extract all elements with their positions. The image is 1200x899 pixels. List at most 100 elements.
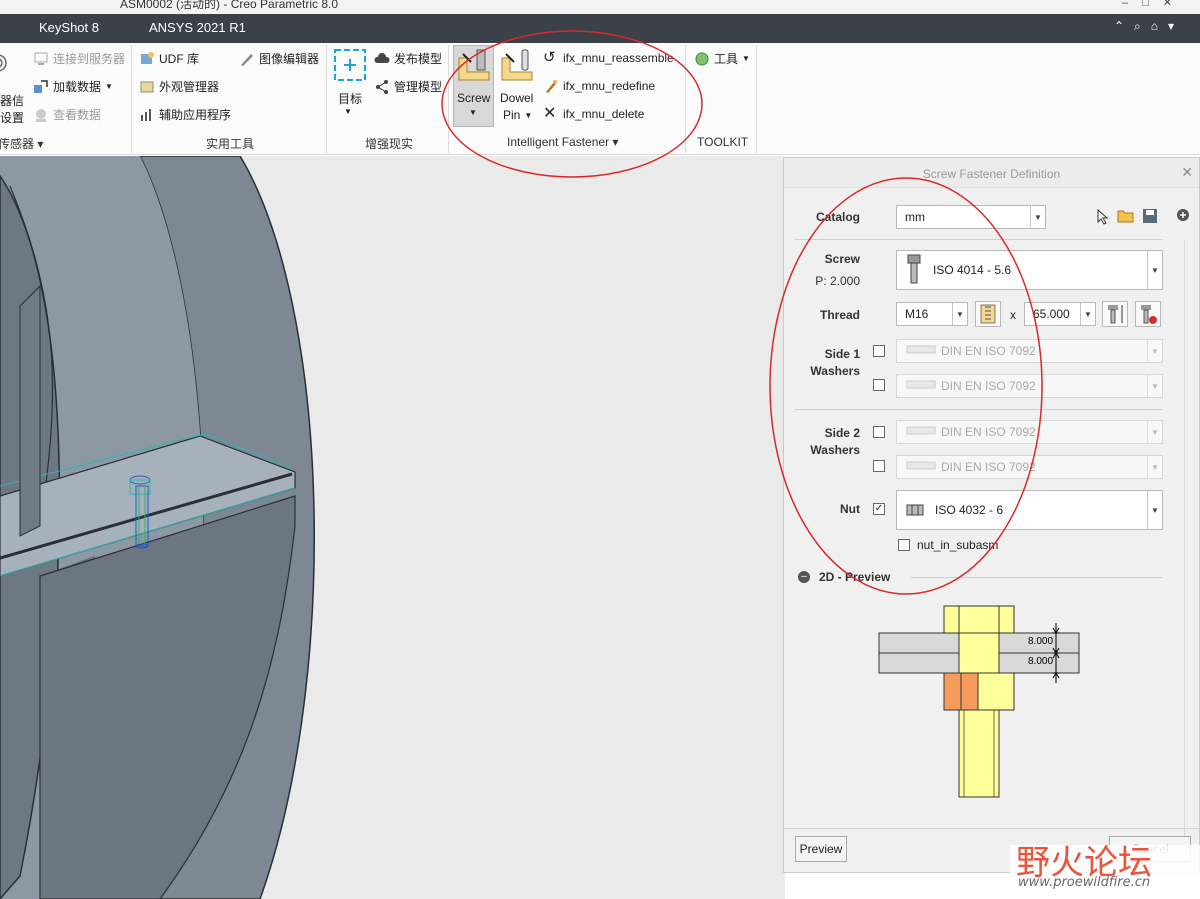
sensor-icon[interactable] [0,51,14,75]
target-dropdown-icon[interactable]: ▼ [344,107,352,116]
udf-icon [139,51,155,67]
window-title-bar: ASM0002 (活动的) - Creo Parametric 8.0 –□✕ [0,0,1200,14]
aux-apps-icon [139,107,155,123]
screw-icon [458,49,490,81]
hex-bolt-icon [907,254,921,284]
side2-washer2-checkbox[interactable] [873,460,885,472]
side1-washer1-select[interactable]: DIN EN ISO 7092 ▼ [896,339,1163,363]
manage-model-button[interactable]: 管理模型 [374,78,442,95]
add-icon[interactable] [1176,208,1190,222]
washer-icon [905,459,937,475]
side1-washer2-select[interactable]: DIN EN ISO 7092 ▼ [896,374,1163,398]
dialog-title: Screw Fastener Definition [922,167,1061,181]
group-sensors: 传感器 ▾ [0,137,44,151]
group-intelligent-fastener[interactable]: Intelligent Fastener ▾ [507,135,618,149]
nut-select[interactable]: ISO 4032 - 6 ▼ [896,490,1163,530]
ribbon: 器信 设置 传感器 ▾ 连接到服务器 加载数据 ▼ 查看数据 UDF 库 外观管… [0,43,1200,155]
load-data-button[interactable]: 加载数据 ▼ [33,78,113,95]
target-button[interactable] [333,48,367,82]
cloud-upload-icon [374,51,390,67]
reassemble-button[interactable]: ↺ ifx_mnu_reassemble [543,50,674,66]
auto-length-button[interactable] [1135,301,1161,327]
server-icon [33,51,49,67]
appearance-icon [139,79,155,95]
side2-label-b: Washers [810,443,860,457]
graphics-viewport[interactable] [0,156,785,899]
catalog-label: Catalog [815,210,860,224]
pitch-value: P: 2.000 [815,274,860,288]
thread-icon [980,304,996,324]
dimension-1: 8.000 [1028,636,1054,647]
washer-icon [905,378,937,394]
appearance-manager-button[interactable]: 外观管理器 [139,78,219,95]
nut-subasm-checkbox[interactable] [898,539,910,551]
screw-dropdown-icon[interactable]: ▼ [469,108,477,117]
nut-subasm-label[interactable]: nut_in_subasm [917,538,998,552]
thread-label: Thread [819,308,860,322]
aux-apps-button[interactable]: 辅助应用程序 [139,106,231,123]
preview-button[interactable]: Preview [795,836,847,862]
dowel-label[interactable]: Dowel [500,91,533,105]
screw-fastener-dialog: Screw Fastener Definition ✕ Catalog mm ▼ … [783,157,1200,873]
screw-label: Screw [824,252,860,266]
window-controls[interactable]: –□✕ [1122,0,1186,9]
delete-x-icon: ✕ [543,105,557,122]
delete-button[interactable]: ✕ ifx_mnu_delete [543,106,644,122]
tools-button[interactable]: 工具 ▼ [694,50,750,67]
washer-icon [905,424,937,440]
side2-label-a: Side 2 [824,426,860,440]
dialog-scrollbar[interactable] [1184,240,1185,860]
side1-washer1-checkbox[interactable] [873,345,885,357]
fastener-2d-preview [878,605,1080,798]
length-measure-button[interactable] [1102,301,1128,327]
tab-keyshot[interactable]: KeyShot 8 [39,20,99,35]
publish-model-button[interactable]: 发布模型 [374,50,442,67]
screw-select[interactable]: ISO 4014 - 5.6 ▼ [896,250,1163,290]
share-icon [374,79,390,95]
side2-washer1-checkbox[interactable] [873,426,885,438]
group-ar: 增强现实 [365,137,414,151]
sensor-label-2: 设置 [0,111,25,125]
side1-label-a: Side 1 [824,347,860,361]
brush-icon [543,78,559,94]
dialog-title-bar[interactable]: Screw Fastener Definition ✕ [784,158,1199,188]
tools-globe-icon [694,51,710,67]
collapse-preview-icon[interactable]: – [798,571,810,583]
preview-section-title: 2D - Preview [819,570,891,584]
times-sign: x [1010,308,1016,322]
open-folder-icon[interactable] [1117,208,1135,224]
washer-icon [905,343,937,359]
view-data-button[interactable]: 查看数据 [33,106,101,123]
sensor-label-1: 器信 [0,94,25,108]
image-editor-button[interactable]: 图像编辑器 [239,50,319,67]
side1-label-b: Washers [810,364,860,378]
connect-server-button[interactable]: 连接到服务器 [33,50,125,67]
group-toolkit: TOOLKIT [697,135,749,149]
thread-length-select[interactable]: 65.000 ▼ [1024,302,1096,326]
view-data-icon [33,107,49,123]
target-label: 目标 [338,92,363,106]
assembly-model [0,156,315,899]
pin-label[interactable]: Pin ▼ [503,108,532,122]
udf-library-button[interactable]: UDF 库 [139,50,199,67]
ribbon-tab-bar: KeyShot 8 ANSYS 2021 R1 ⌃⌕⌂▾ [0,14,1200,43]
nut-label: Nut [840,502,860,516]
tabbar-tools-icons[interactable]: ⌃⌕⌂▾ [1114,19,1184,34]
side2-washer1-select[interactable]: DIN EN ISO 7092 ▼ [896,420,1163,444]
redefine-button[interactable]: ifx_mnu_redefine [543,78,655,94]
nut-checkbox[interactable]: ✓ [873,503,885,515]
select-cursor-icon[interactable] [1096,209,1110,225]
tab-ansys[interactable]: ANSYS 2021 R1 [149,20,246,35]
save-icon[interactable] [1142,208,1158,224]
watermark: 野火论坛 www.proewildfire.cn [1010,843,1200,899]
side1-washer2-checkbox[interactable] [873,379,885,391]
load-data-icon [33,79,49,95]
thread-type-button[interactable] [975,301,1001,327]
catalog-select[interactable]: mm ▼ [896,205,1046,229]
dialog-close-icon[interactable]: ✕ [1181,164,1193,181]
bolt-auto-icon [1141,305,1157,324]
bolt-length-icon [1108,305,1123,324]
window-title: ASM0002 (活动的) - Creo Parametric 8.0 [120,0,339,11]
side2-washer2-select[interactable]: DIN EN ISO 7092 ▼ [896,455,1163,479]
thread-size-select[interactable]: M16 ▼ [896,302,968,326]
